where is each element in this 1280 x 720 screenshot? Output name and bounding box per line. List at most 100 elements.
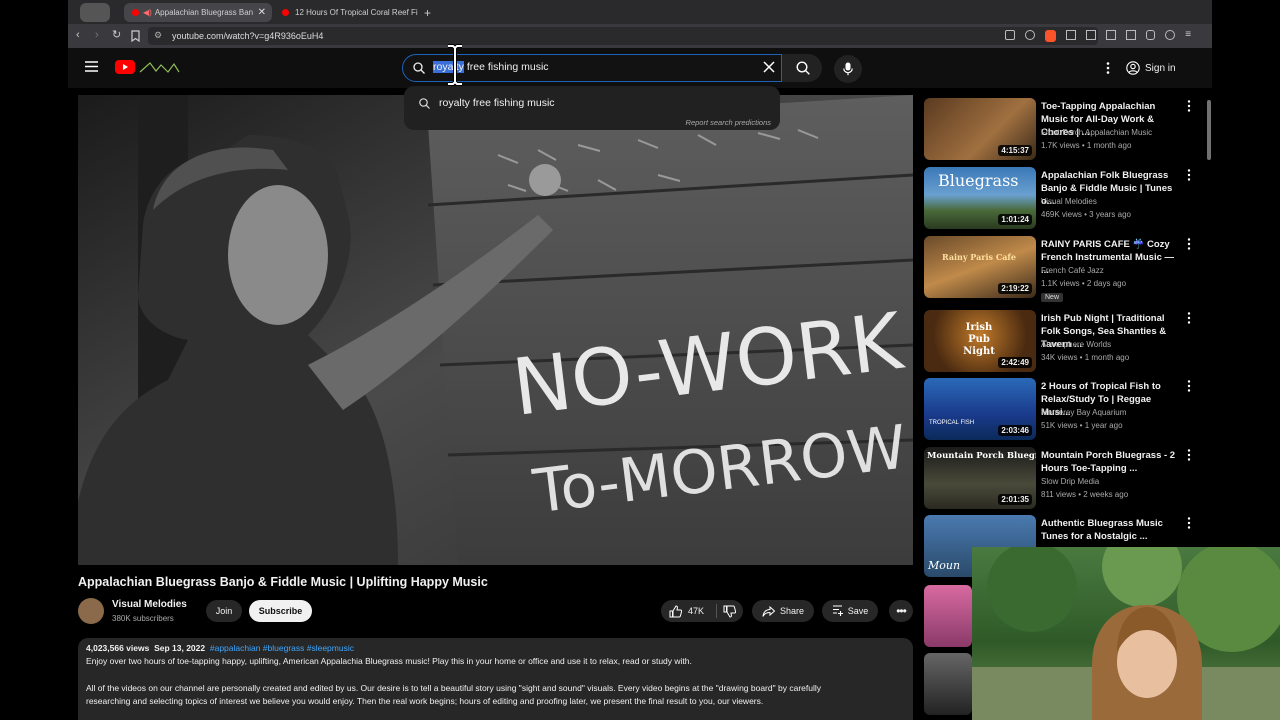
- join-label: Join: [215, 606, 233, 616]
- more-options-icon[interactable]: [1187, 100, 1191, 112]
- sign-in-button[interactable]: Sign in: [1126, 58, 1194, 78]
- related-channel[interactable]: French Café Jazz: [1041, 266, 1104, 275]
- related-video[interactable]: Rainy Paris Cafe 2:19:22 RAINY PARIS CAF…: [924, 236, 1194, 302]
- report-predictions-link[interactable]: Report search predictions: [686, 118, 771, 127]
- related-channel[interactable]: Front-Porch Appalachian Music: [1041, 128, 1152, 137]
- scrollbar-thumb[interactable]: [1207, 100, 1211, 160]
- reload-icon[interactable]: ↻: [112, 28, 121, 41]
- more-options-icon[interactable]: [1187, 312, 1191, 324]
- cast-icon[interactable]: [1005, 30, 1015, 40]
- related-video[interactable]: Bluegrass 1:01:24 Appalachian Folk Blueg…: [924, 167, 1194, 231]
- hamburger-menu-icon[interactable]: [85, 61, 98, 72]
- tab-group-indicator[interactable]: [80, 3, 110, 22]
- doodle-logo[interactable]: [138, 60, 182, 74]
- leo-icon[interactable]: [1165, 30, 1176, 40]
- share-icon: [762, 605, 775, 617]
- subscribe-label: Subscribe: [258, 606, 303, 616]
- related-video[interactable]: 4:15:37 Toe-Tapping Appalachian Music fo…: [924, 98, 1194, 162]
- clear-search-icon[interactable]: [763, 61, 775, 73]
- forward-icon[interactable]: ›: [95, 29, 99, 41]
- related-video[interactable]: Irish Pub Night 2:42:49 Irish Pub Night …: [924, 310, 1194, 374]
- thumbnail-text: Rainy Paris Cafe: [942, 252, 1016, 262]
- description-box[interactable]: 4,023,566 views Sep 13, 2022 #appalachia…: [78, 638, 913, 720]
- tab-inactive[interactable]: 12 Hours Of Tropical Coral Reef Fi: [278, 3, 418, 22]
- site-info-icon[interactable]: ⚙: [154, 30, 162, 41]
- more-options-icon[interactable]: [1187, 517, 1191, 529]
- search-button[interactable]: [782, 54, 822, 82]
- save-button[interactable]: Save: [822, 600, 878, 622]
- related-channel[interactable]: Slow Drip Media: [1041, 477, 1099, 486]
- tab-active[interactable]: ◀) Appalachian Bluegrass Ban ✕: [124, 3, 272, 22]
- webcam-overlay: [972, 547, 1280, 720]
- wallet-icon[interactable]: [1125, 30, 1136, 40]
- subscriber-count: 380K subscribers: [112, 614, 174, 623]
- join-button[interactable]: Join: [206, 600, 242, 622]
- channel-name[interactable]: Visual Melodies: [112, 599, 187, 610]
- related-channel[interactable]: Atmosphere Worlds: [1041, 340, 1111, 349]
- save-icon: [832, 605, 843, 616]
- duration-badge: 2:42:49: [998, 357, 1032, 368]
- dislike-icon[interactable]: [723, 605, 737, 618]
- microphone-icon: [843, 62, 853, 76]
- duration-badge: 2:19:22: [998, 283, 1032, 294]
- video-thumbnail[interactable]: Mountain Porch Bluegrass 2:01:35: [924, 447, 1036, 509]
- upload-date: Sep 13, 2022: [154, 643, 206, 653]
- duration-badge: 1:01:24: [998, 214, 1032, 225]
- related-channel[interactable]: Visual Melodies: [1041, 197, 1097, 206]
- video-thumbnail[interactable]: 4:15:37: [924, 98, 1036, 160]
- related-video[interactable]: TROPICAL FISH 2:03:46 2 Hours of Tropica…: [924, 378, 1194, 442]
- brave-shield-icon[interactable]: [1044, 30, 1057, 42]
- video-player[interactable]: NO-WORK To-MORROW: [78, 95, 913, 565]
- related-meta: 51K views • 1 year ago: [1041, 421, 1123, 430]
- related-title[interactable]: Mountain Porch Bluegrass - 2 Hours Toe-T…: [1041, 449, 1181, 475]
- related-title[interactable]: Authentic Bluegrass Music Tunes for a No…: [1041, 517, 1181, 543]
- menu-icon[interactable]: ≡: [1185, 30, 1195, 40]
- search-icon: [419, 98, 430, 109]
- new-tab-button[interactable]: +: [424, 3, 440, 22]
- share-icon[interactable]: [1024, 30, 1035, 40]
- thumbnail-text: Irish Pub Night: [963, 322, 995, 357]
- vpn-icon[interactable]: [1145, 30, 1156, 40]
- video-thumbnail[interactable]: TROPICAL FISH 2:03:46: [924, 378, 1036, 440]
- like-count[interactable]: 47K: [688, 606, 704, 616]
- back-icon[interactable]: ‹: [76, 29, 80, 41]
- video-thumbnail[interactable]: [924, 585, 972, 647]
- search-suggestion[interactable]: royalty free fishing music: [439, 97, 555, 109]
- hashtags[interactable]: #appalachian #bluegrass #sleepmusic: [210, 643, 354, 653]
- play-icon: [123, 64, 128, 70]
- extension-icon[interactable]: [1066, 30, 1077, 40]
- related-meta: 1.7K views • 1 month ago: [1041, 141, 1132, 150]
- more-options-icon[interactable]: [1187, 169, 1191, 181]
- duration-badge: 2:03:46: [998, 425, 1032, 436]
- sign-in-label: Sign in: [1145, 62, 1176, 74]
- share-button[interactable]: Share: [752, 600, 814, 622]
- youtube-logo[interactable]: [115, 60, 135, 74]
- more-options-icon[interactable]: [1187, 449, 1191, 461]
- duration-badge: 2:01:35: [998, 494, 1032, 505]
- video-thumbnail[interactable]: Bluegrass 1:01:24: [924, 167, 1036, 229]
- sidebar-icon[interactable]: [1105, 30, 1116, 40]
- search-icon: [413, 62, 425, 74]
- browser-tab-bar: ◀) Appalachian Bluegrass Ban ✕ 12 Hours …: [68, 0, 1212, 24]
- video-thumbnail[interactable]: [924, 653, 972, 715]
- bookmark-icon[interactable]: [131, 30, 140, 42]
- related-meta: 34K views • 1 month ago: [1041, 353, 1130, 362]
- close-tab-icon[interactable]: ✕: [258, 7, 266, 18]
- related-channel[interactable]: Monterey Bay Aquarium: [1041, 408, 1126, 417]
- more-options-icon[interactable]: [1187, 238, 1191, 250]
- more-options-icon[interactable]: [1187, 380, 1191, 392]
- music-icon[interactable]: [1086, 30, 1096, 40]
- more-actions-button[interactable]: •••: [889, 600, 913, 622]
- like-icon[interactable]: [669, 604, 682, 618]
- voice-search-button[interactable]: [834, 55, 862, 83]
- subscribe-button[interactable]: Subscribe: [249, 600, 312, 622]
- video-thumbnail[interactable]: Rainy Paris Cafe 2:19:22: [924, 236, 1036, 298]
- url-text[interactable]: youtube.com/watch?v=g4R936oEuH4: [172, 31, 323, 41]
- more-options-icon[interactable]: [1106, 62, 1110, 74]
- description-line-1: Enjoy over two hours of toe-tapping happ…: [86, 656, 692, 666]
- video-thumbnail[interactable]: Irish Pub Night 2:42:49: [924, 310, 1036, 372]
- speaker-icon: ◀): [143, 8, 152, 17]
- like-dislike-group: 47K: [661, 600, 743, 622]
- channel-avatar[interactable]: [78, 598, 104, 624]
- related-video[interactable]: Mountain Porch Bluegrass 2:01:35 Mountai…: [924, 447, 1194, 511]
